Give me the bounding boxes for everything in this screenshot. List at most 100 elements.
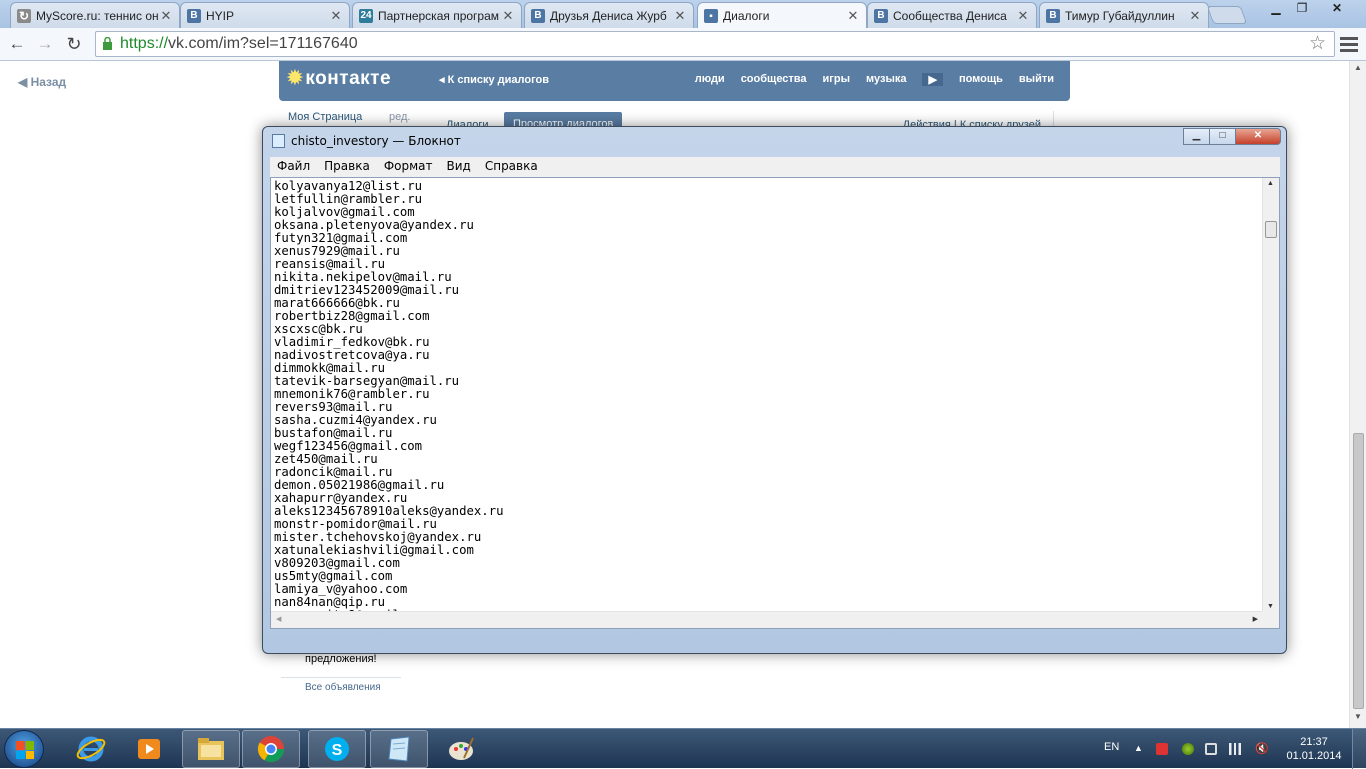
tab-close-icon[interactable]: ✕: [501, 8, 515, 24]
tab-favicon-icon: ▪: [704, 9, 718, 23]
tab-title: Диалоги: [723, 9, 770, 23]
show-hidden-icons-icon[interactable]: ▲: [1134, 743, 1146, 755]
restore-icon[interactable]: ❐: [1289, 0, 1315, 18]
notepad-taskbar-icon[interactable]: [370, 730, 428, 768]
notepad-close-icon[interactable]: ✕: [1235, 128, 1281, 145]
notepad-horizontal-scrollbar[interactable]: ◀ ▶: [271, 611, 1263, 628]
scroll-up-icon[interactable]: ▲: [1267, 180, 1274, 187]
language-indicator[interactable]: EN: [1104, 741, 1119, 753]
nav-logout[interactable]: выйти: [1019, 73, 1054, 86]
device-icon[interactable]: [1205, 743, 1217, 755]
url-rest: vk.com/im?sel=171167640: [168, 35, 358, 52]
browser-tab[interactable]: В Друзья Дениса Журб ✕: [524, 2, 694, 28]
scroll-up-icon[interactable]: ▲: [1350, 63, 1366, 77]
tab-favicon-icon: 24: [359, 8, 373, 23]
volume-icon[interactable]: 🔇: [1255, 743, 1269, 755]
edit-link[interactable]: ред.: [389, 111, 410, 123]
back-arrow-icon[interactable]: ←: [6, 33, 28, 55]
tab-title: MyScore.ru: теннис он: [36, 8, 159, 23]
chrome-menu-icon[interactable]: [1340, 34, 1358, 54]
tray-app-icon[interactable]: [1182, 743, 1194, 755]
skype-taskbar-icon[interactable]: S: [308, 730, 366, 768]
all-ads-link[interactable]: Все объявления: [305, 682, 381, 693]
vk-logo[interactable]: ✹ контакте: [287, 67, 391, 90]
notepad-title: chisto_investory — Блокнот: [291, 134, 461, 148]
scroll-right-icon[interactable]: ▶: [1253, 615, 1258, 623]
clock[interactable]: 21:37 01.01.2014: [1284, 735, 1344, 763]
tab-title: Тимур Губайдуллин: [1065, 8, 1175, 23]
scroll-left-icon[interactable]: ◀: [276, 615, 281, 623]
scroll-down-icon[interactable]: ▼: [1267, 603, 1274, 610]
notepad-text[interactable]: kolyavanya12@list.ru letfullin@rambler.ru…: [274, 180, 504, 622]
show-desktop-button[interactable]: [1352, 729, 1366, 769]
paint-taskbar-icon[interactable]: [432, 730, 490, 768]
tab-close-icon[interactable]: ✕: [159, 8, 173, 24]
nav-music[interactable]: музыка: [866, 73, 906, 86]
svg-text:S: S: [332, 742, 343, 759]
menu-edit[interactable]: Правка: [317, 157, 377, 177]
address-bar[interactable]: https://vk.com/im?sel=171167640 ☆: [95, 31, 1335, 57]
browser-tab[interactable]: ▪ Диалоги ✕: [697, 2, 867, 29]
browser-tab[interactable]: В Тимур Губайдуллин ✕: [1039, 2, 1209, 28]
page-scrollbar[interactable]: ▲ ▼: [1349, 61, 1366, 728]
play-icon[interactable]: ▶: [922, 73, 943, 86]
tab-title: Партнерская програм: [378, 8, 500, 23]
notepad-window-controls: ▁ □ ✕: [1183, 128, 1281, 145]
menu-format[interactable]: Формат: [377, 157, 440, 177]
minimize-icon[interactable]: ▁: [1263, 0, 1289, 18]
explorer-taskbar-icon[interactable]: [182, 730, 240, 768]
window-close-icon[interactable]: ✕: [1317, 0, 1357, 18]
bookmark-star-icon[interactable]: ☆: [1309, 32, 1326, 56]
tab-favicon-icon: В: [187, 8, 201, 23]
media-player-taskbar-icon[interactable]: [120, 730, 178, 768]
scroll-thumb[interactable]: [1265, 221, 1277, 238]
tab-close-icon[interactable]: ✕: [329, 8, 343, 24]
nav-help[interactable]: помощь: [959, 73, 1003, 86]
my-page-link[interactable]: Моя Страница: [288, 111, 362, 123]
back-link[interactable]: ◀ Назад: [18, 75, 66, 89]
ie-taskbar-icon[interactable]: [62, 730, 120, 768]
start-button[interactable]: [4, 730, 44, 768]
scroll-down-icon[interactable]: ▼: [1350, 712, 1366, 726]
browser-tab-strip: ↻ MyScore.ru: теннис он ✕ В HYIP ✕ 24 Партнерск…: [0, 0, 1366, 29]
notepad-maximize-icon[interactable]: □: [1209, 128, 1236, 145]
notepad-text-area[interactable]: kolyavanya12@list.ru letfullin@rambler.ru…: [270, 177, 1280, 629]
security-alert-icon[interactable]: [1156, 743, 1168, 755]
scrollbar-corner: [1262, 611, 1279, 628]
vk-sun-icon: ✹: [287, 68, 304, 89]
back-label: Назад: [30, 75, 67, 89]
tab-close-icon[interactable]: ✕: [846, 8, 860, 24]
chrome-taskbar-icon[interactable]: [242, 730, 300, 768]
tab-close-icon[interactable]: ✕: [673, 8, 687, 24]
tab-title: HYIP: [206, 8, 235, 23]
browser-tab[interactable]: В HYIP ✕: [180, 2, 350, 28]
network-signal-icon[interactable]: [1229, 743, 1241, 755]
windows-logo-icon: [16, 741, 34, 759]
notepad-minimize-icon[interactable]: ▁: [1183, 128, 1210, 145]
menu-help[interactable]: Справка: [478, 157, 545, 177]
tab-close-icon[interactable]: ✕: [1016, 8, 1030, 24]
scroll-thumb[interactable]: [1353, 433, 1364, 709]
menu-file[interactable]: Файл: [270, 157, 317, 177]
tab-title: Сообщества Дениса: [893, 8, 1007, 23]
browser-toolbar: ← → ↻ https://vk.com/im?sel=171167640 ☆: [0, 28, 1366, 61]
browser-tab[interactable]: В Сообщества Дениса ✕: [867, 2, 1037, 28]
to-dialog-list-label: К списку диалогов: [447, 74, 550, 86]
browser-tab[interactable]: ↻ MyScore.ru: теннис он ✕: [10, 2, 180, 28]
clock-date: 01.01.2014: [1286, 750, 1342, 762]
notepad-vertical-scrollbar[interactable]: ▲ ▼: [1262, 178, 1279, 612]
nav-people[interactable]: люди: [695, 73, 725, 86]
menu-view[interactable]: Вид: [440, 157, 478, 177]
browser-tab[interactable]: 24 Партнерская програм ✕: [352, 2, 522, 28]
clock-time: 21:37: [1300, 736, 1328, 748]
nav-games[interactable]: игры: [823, 73, 850, 86]
to-dialog-list-link[interactable]: ◂ К списку диалогов: [439, 73, 549, 86]
chevron-left-icon: ◂: [439, 74, 448, 86]
new-tab-button[interactable]: [1206, 6, 1248, 24]
tab-close-icon[interactable]: ✕: [1188, 8, 1202, 24]
forward-arrow-icon[interactable]: →: [34, 33, 56, 55]
tab-favicon-icon: В: [531, 8, 545, 23]
reload-icon[interactable]: ↻: [63, 33, 85, 55]
nav-groups[interactable]: сообщества: [741, 73, 807, 86]
ad-text[interactable]: предложения!: [305, 653, 377, 665]
